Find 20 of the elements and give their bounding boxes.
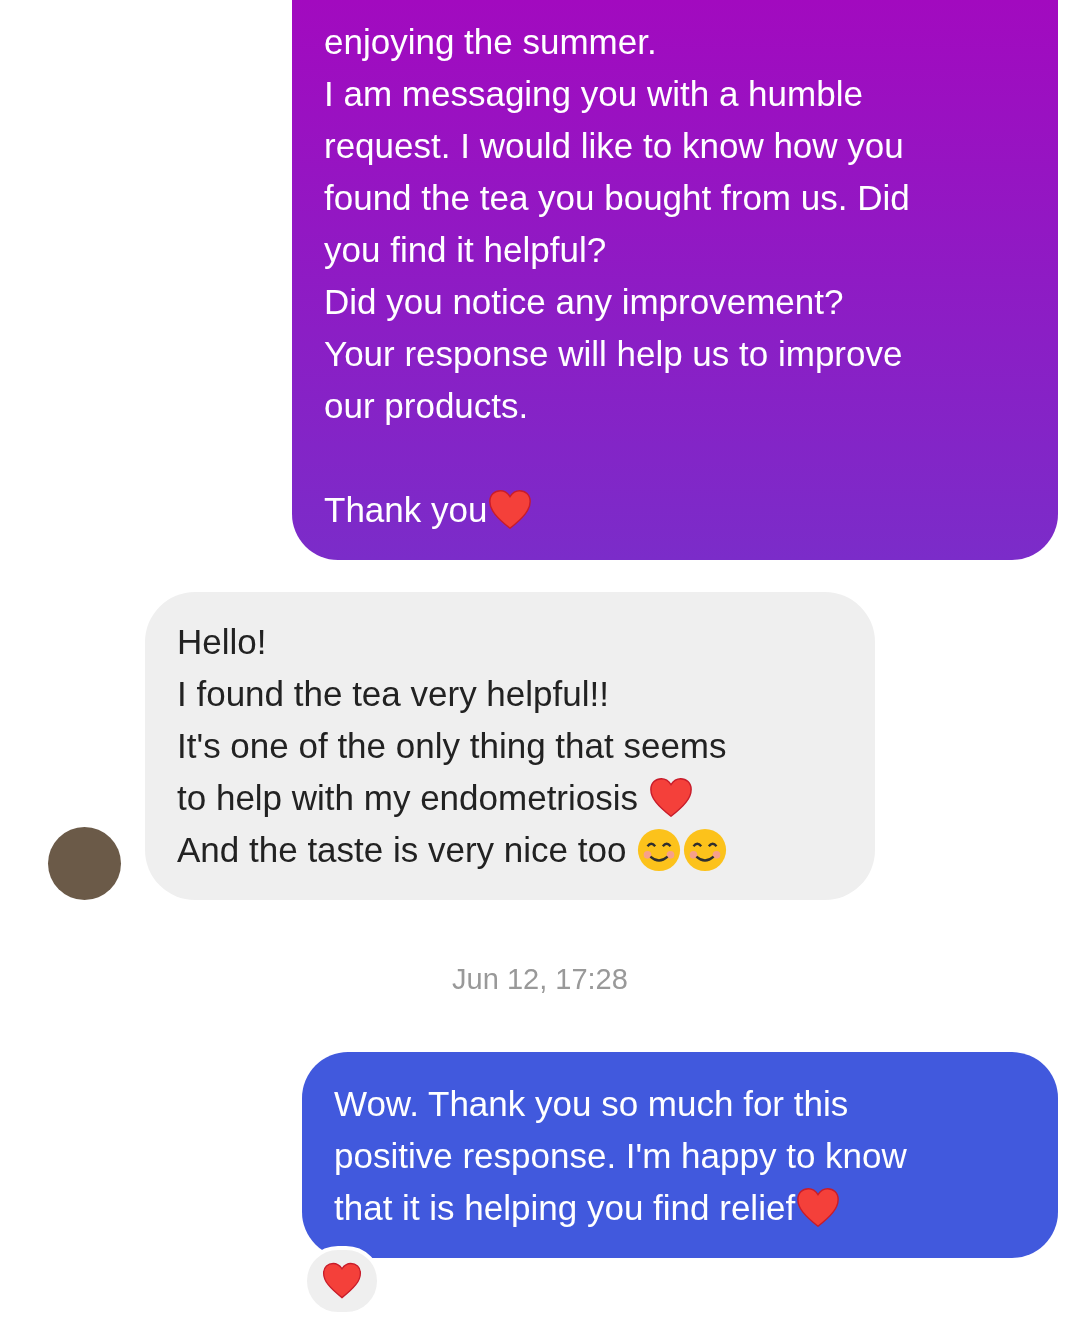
message-text: And the taste is very nice too — [177, 829, 628, 871]
message-text: I found the tea very helpful!! — [177, 673, 609, 715]
message-text: found the tea you bought from us. Did — [324, 177, 910, 219]
smiling-face-icon — [636, 827, 683, 873]
message-text: request. I would like to know how you — [324, 125, 904, 167]
message-text: positive response. I'm happy to know — [334, 1134, 907, 1177]
message-text: that it is helping you find relief — [334, 1186, 796, 1229]
message-text: our products. — [324, 385, 529, 427]
message-text: Thank you — [324, 489, 488, 531]
smiling-face-icon — [682, 827, 729, 873]
message-text: Did you notice any improvement? — [324, 281, 844, 323]
message-text: enjoying the summer. — [324, 21, 657, 63]
message-text: I am messaging you with a humble — [324, 73, 863, 115]
message-text: Your response will help us to improve — [324, 333, 903, 375]
message-text: Wow. Thank you so much for this — [334, 1082, 849, 1125]
message-text: to help with my endometriosis — [177, 777, 640, 819]
timestamp: Jun 12, 17:28 — [452, 963, 628, 995]
message-text: It's one of the only thing that seems — [177, 725, 727, 767]
message-text: Hello! — [177, 621, 267, 663]
message-text: you find it helpful? — [324, 229, 607, 271]
